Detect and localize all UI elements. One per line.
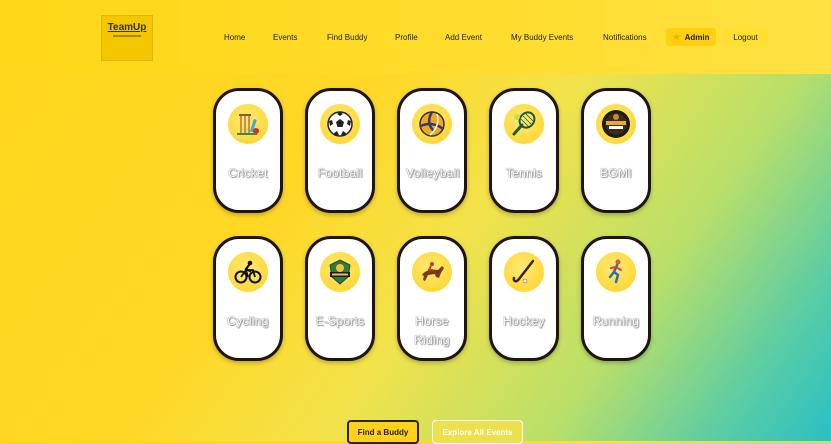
star-icon: ★ — [672, 31, 681, 42]
cycling-icon — [228, 252, 268, 292]
sport-label: Hockey — [503, 314, 545, 328]
volleyball-icon — [412, 104, 452, 144]
sport-label: Running — [592, 314, 640, 328]
sport-label: Football — [317, 166, 363, 180]
sport-label: Cycling — [227, 314, 269, 328]
football-icon — [320, 104, 360, 144]
brand-name: TeamUp — [107, 22, 147, 33]
running-icon — [596, 252, 636, 292]
esports-icon — [320, 252, 360, 292]
sport-label: Tennis — [505, 166, 543, 180]
nav-notifications[interactable]: Notifications — [603, 33, 647, 42]
sport-card-bgmi[interactable]: BGMI — [581, 88, 651, 213]
horse-riding-icon — [412, 252, 452, 292]
bgmi-icon — [596, 104, 636, 144]
logout-button[interactable]: Logout — [723, 28, 768, 46]
nav-add-event[interactable]: Add Event — [445, 33, 482, 42]
sport-label: E-Sports — [315, 314, 365, 328]
nav-events[interactable]: Events — [273, 33, 297, 42]
nav-profile[interactable]: Profile — [395, 33, 418, 42]
sport-card-esports[interactable]: E-Sports — [305, 236, 375, 361]
sport-card-running[interactable]: Running — [581, 236, 651, 361]
tennis-icon — [504, 104, 544, 144]
nav-my-buddy-events[interactable]: My Buddy Events — [511, 33, 573, 42]
sport-label: Cricket — [228, 166, 268, 180]
explore-events-button[interactable]: Explore All Events — [432, 420, 523, 444]
sport-label: Horse Riding — [414, 314, 450, 347]
admin-badge[interactable]: ★ Admin — [666, 28, 716, 46]
sport-card-volleyball[interactable]: Volleyball — [397, 88, 467, 213]
sport-card-cycling[interactable]: Cycling — [213, 236, 283, 361]
sport-card-cricket[interactable]: Cricket — [213, 88, 283, 213]
sport-card-hockey[interactable]: Hockey — [489, 236, 559, 361]
sport-label: BGMI — [600, 166, 632, 180]
sport-card-tennis[interactable]: Tennis — [489, 88, 559, 213]
navbar: TeamUp Home Events Find Buddy Profile Ad… — [0, 0, 831, 74]
nav-home[interactable]: Home — [224, 33, 245, 42]
admin-label: Admin — [684, 32, 710, 42]
nav-find-buddy[interactable]: Find Buddy — [327, 33, 367, 42]
teamup-logo[interactable]: TeamUp — [101, 15, 153, 61]
sport-label: Volleyball — [406, 166, 460, 180]
cricket-icon — [228, 104, 268, 144]
sport-card-horse-riding[interactable]: Horse Riding — [397, 236, 467, 361]
logo-underline — [113, 35, 141, 37]
find-buddy-button[interactable]: Find a Buddy — [347, 420, 419, 444]
hockey-icon — [504, 252, 544, 292]
sport-card-football[interactable]: Football — [305, 88, 375, 213]
